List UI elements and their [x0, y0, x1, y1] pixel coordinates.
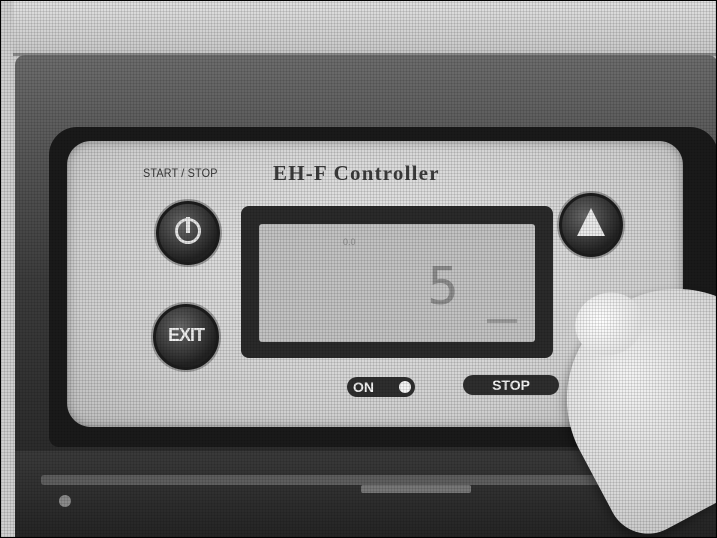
- lcd-segment-bar: [487, 319, 517, 323]
- lcd-digit: 5: [427, 257, 459, 317]
- start-stop-button[interactable]: [156, 201, 220, 265]
- on-indicator: ON: [347, 377, 415, 397]
- up-button[interactable]: [559, 193, 623, 257]
- up-arrow-icon: [577, 208, 605, 236]
- exit-button[interactable]: EXIT: [153, 304, 219, 370]
- lcd-display: [259, 224, 535, 342]
- start-stop-label: START / STOP: [143, 166, 218, 180]
- stop-label: STOP: [492, 377, 530, 393]
- top-housing-strip: [13, 1, 716, 56]
- on-label: ON: [353, 379, 374, 395]
- led-indicator-icon: [399, 381, 411, 393]
- photo-frame: START / STOP EH-F Controller 0.0 5 EXIT …: [0, 0, 717, 538]
- controller-title: EH-F Controller: [273, 161, 440, 185]
- base-label-plate: [361, 485, 471, 493]
- exit-label: EXIT: [167, 325, 205, 345]
- screw: [59, 495, 71, 507]
- stop-button[interactable]: STOP: [463, 375, 559, 395]
- power-icon: [175, 217, 201, 244]
- lcd-top-readout: 0.0: [343, 237, 356, 247]
